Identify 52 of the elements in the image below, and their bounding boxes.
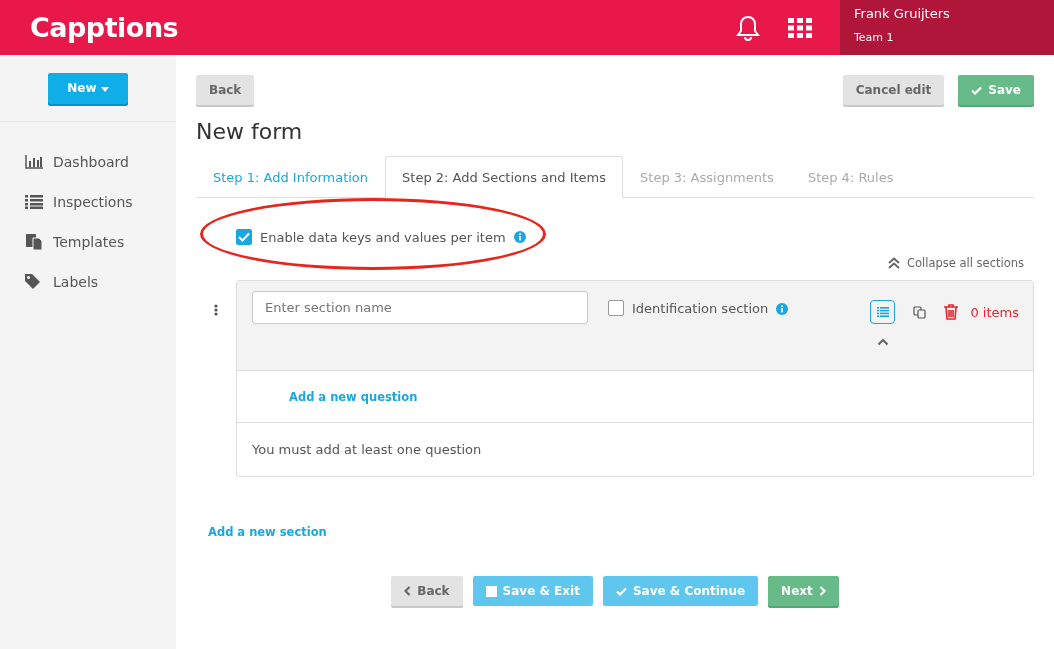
step-tab[interactable]: Step 2: Add Sections and Items [385, 156, 624, 198]
sidebar-item[interactable]: Inspections [0, 182, 176, 222]
validation-message: You must add at least one question [252, 442, 482, 457]
back-button[interactable]: Back [196, 75, 255, 105]
list-view-button[interactable] [870, 300, 896, 324]
cancel-edit-button[interactable]: Cancel edit [842, 75, 945, 105]
tags-icon [25, 274, 43, 290]
chevron-left-icon [404, 586, 412, 596]
sidebar-label: Labels [53, 274, 99, 290]
document-copy-icon [25, 234, 43, 250]
logo[interactable]: Capptions [30, 12, 179, 43]
back-button[interactable]: Back [391, 576, 463, 606]
chevron-right-icon [818, 586, 826, 596]
section-name-field[interactable]: Enter section name [252, 291, 588, 324]
new-button[interactable]: New [48, 72, 128, 104]
grid-icon[interactable] [788, 17, 812, 38]
sidebar-item[interactable]: Dashboard [0, 142, 176, 182]
add-question-link[interactable]: Add a new question [289, 389, 418, 404]
sidebar-label: Inspections [53, 194, 133, 210]
next-button[interactable]: Next [768, 576, 839, 606]
save-button[interactable]: Save [958, 75, 1034, 105]
list-icon [25, 195, 43, 209]
user-name: Frank Gruijters [854, 6, 951, 21]
drag-handle-icon[interactable] [214, 304, 218, 316]
sidebar-item[interactable]: Labels [0, 262, 176, 302]
bell-icon[interactable] [736, 14, 760, 41]
caret-down-icon [100, 87, 109, 92]
add-section-link[interactable]: Add a new section [208, 525, 327, 539]
sidebar-label: Templates [53, 234, 125, 250]
square-icon [485, 585, 497, 597]
team-name: Team 1 [854, 31, 895, 44]
info-icon[interactable] [513, 231, 526, 243]
sidebar-item[interactable]: Templates [0, 222, 176, 262]
chevron-up-icon[interactable] [877, 338, 890, 346]
copy-icon[interactable] [913, 305, 927, 319]
user-panel[interactable]: Frank Gruijters Team 1 [840, 0, 1054, 55]
bar-chart-icon [25, 155, 43, 169]
info-icon[interactable] [776, 303, 789, 315]
list-icon [876, 307, 889, 317]
step-tab[interactable]: Step 1: Add Information [196, 156, 386, 197]
double-chevron-up-icon [886, 257, 901, 269]
check-icon [615, 586, 627, 596]
sidebar-label: Dashboard [53, 154, 129, 170]
checkbox-label: Enable data keys and values per item [260, 229, 506, 245]
item-count: 0 items [970, 304, 1019, 320]
collapse-all-link[interactable]: Collapse all sections [196, 256, 1034, 270]
checkbox[interactable] [236, 229, 252, 245]
trash-icon[interactable] [944, 304, 959, 320]
checkbox[interactable] [608, 300, 624, 316]
checkbox-label: Identification section [632, 301, 769, 316]
page-title: New form [196, 119, 304, 144]
check-icon [971, 85, 983, 95]
